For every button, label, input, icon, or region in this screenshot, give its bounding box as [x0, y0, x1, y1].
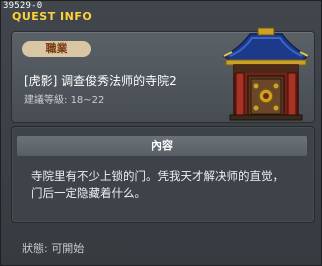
temple-building-icon [222, 27, 310, 121]
quest-status: 狀態: 可開始 [22, 240, 84, 256]
quest-description: 寺院里有不少上锁的门。凭我天才解决师的直觉， 门后一定隐藏着什么。 [31, 168, 311, 202]
quest-summary-card: 職業 [虎影] 调查俊秀法师的寺院2 建議等級: 18~22 [11, 27, 315, 123]
content-header: 內容 [17, 136, 307, 156]
window-title: QUEST INFO [12, 10, 93, 23]
description-line: 门后一定隐藏着什么。 [31, 186, 146, 200]
description-line: 寺院里有不少上锁的门。凭我天才解决师的直觉， [31, 169, 284, 183]
quest-info-window: 39529-0 QUEST INFO 職業 [虎影] 调查俊秀法师的寺院2 建議… [0, 0, 322, 266]
level-range: 18~22 [70, 95, 105, 106]
recommended-level: 建議等級: 18~22 [24, 91, 104, 106]
job-badge: 職業 [22, 41, 91, 57]
level-label: 建議等級 [24, 95, 64, 106]
quest-content-panel: 內容 寺院里有不少上锁的门。凭我天才解决师的直觉， 门后一定隐藏着什么。 [11, 126, 315, 223]
quest-name: [虎影] 调查俊秀法师的寺院2 [24, 74, 177, 88]
status-label: 狀態 [22, 242, 44, 255]
status-value: 可開始 [51, 242, 85, 255]
